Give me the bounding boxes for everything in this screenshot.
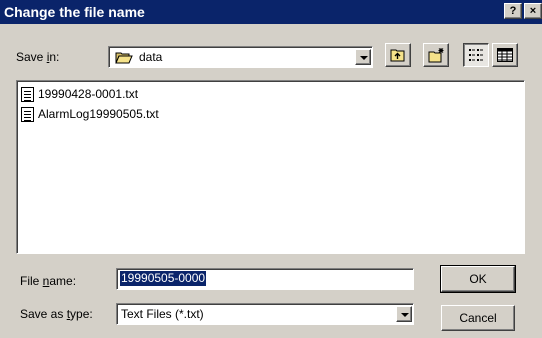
help-button[interactable]: ? xyxy=(504,3,522,19)
text-file-icon xyxy=(21,87,34,103)
folder-icon xyxy=(115,51,133,67)
folder-up-icon xyxy=(390,48,406,65)
list-view-button[interactable] xyxy=(463,43,489,67)
save-as-type-value: Text Files (*.txt) xyxy=(121,307,204,321)
save-in-combo[interactable]: data xyxy=(108,46,373,68)
title-bar[interactable]: Change the file name ? × xyxy=(0,0,542,24)
ok-button[interactable]: OK xyxy=(440,265,516,293)
file-list[interactable]: 19990428-0001.txt AlarmLog19990505.txt xyxy=(16,80,525,254)
file-item-label: 19990428-0001.txt xyxy=(38,87,139,101)
save-as-type-label: Save as type: xyxy=(20,307,93,321)
window-title: Change the file name xyxy=(4,4,145,20)
chevron-down-icon xyxy=(360,56,368,60)
save-in-value: data xyxy=(139,50,163,64)
up-one-level-button[interactable] xyxy=(385,43,411,67)
details-view-button[interactable] xyxy=(492,43,518,67)
details-view-icon xyxy=(497,48,513,65)
file-name-field[interactable]: 19990505-0000 xyxy=(116,268,414,290)
save-in-dropdown-button[interactable] xyxy=(355,49,371,65)
file-name-value: 19990505-0000 xyxy=(120,271,207,286)
file-item[interactable]: 19990428-0001.txt xyxy=(21,85,138,103)
text-file-icon xyxy=(21,107,34,123)
close-button[interactable]: × xyxy=(524,3,542,19)
file-item[interactable]: AlarmLog19990505.txt xyxy=(21,105,159,123)
cancel-button[interactable]: Cancel xyxy=(441,305,515,331)
chevron-down-icon xyxy=(401,313,409,317)
save-as-type-dropdown-button[interactable] xyxy=(396,306,412,322)
file-item-label: AlarmLog19990505.txt xyxy=(38,107,159,121)
new-folder-icon xyxy=(428,47,446,66)
save-in-label: Save in: xyxy=(16,50,60,64)
create-new-folder-button[interactable] xyxy=(423,43,449,67)
file-name-label: File name: xyxy=(20,274,77,288)
save-as-type-combo[interactable]: Text Files (*.txt) xyxy=(116,303,414,325)
list-view-icon xyxy=(468,48,484,65)
